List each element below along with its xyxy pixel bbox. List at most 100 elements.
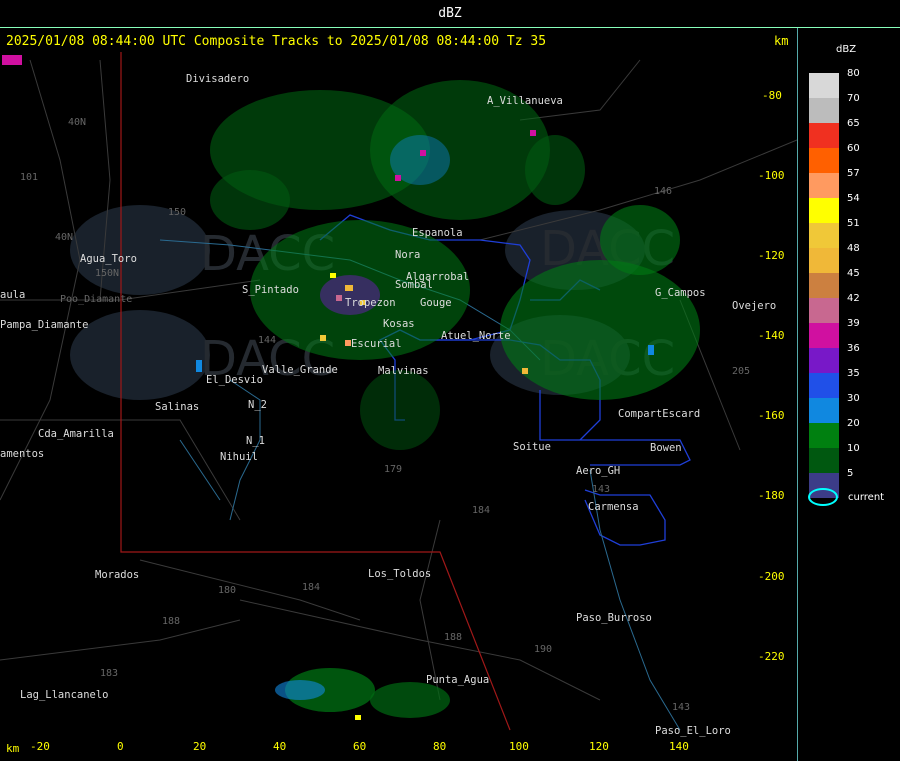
route-label: 150	[168, 207, 186, 218]
composite-header: 2025/01/08 08:44:00 UTC Composite Tracks…	[6, 34, 547, 49]
dbz-legend: dBZ 80 70 65 60 57 54 51 48 45 42 39 36 35 30 20 10 5 cu…	[798, 28, 900, 761]
place-label: Ovejero	[732, 300, 776, 312]
place-label: Valle_Grande	[262, 364, 338, 376]
legend-level-label: 57	[847, 168, 860, 179]
route-label: 101	[20, 172, 38, 183]
legend-level-label: 48	[847, 243, 860, 254]
place-label: Escurial	[351, 338, 402, 350]
legend-swatch	[809, 423, 839, 448]
legend-swatch	[809, 198, 839, 223]
legend-level-label: 60	[847, 143, 860, 154]
route-label: 179	[384, 464, 402, 475]
place-label: Sombal	[395, 279, 433, 291]
y-tick-label: -100	[758, 169, 785, 182]
legend-level-label: 39	[847, 318, 860, 329]
place-label: Espanola	[412, 227, 463, 239]
legend-swatch	[809, 148, 839, 173]
place-label: G_Campos	[655, 287, 706, 299]
legend-level-label: 36	[847, 343, 860, 354]
product-title: dBZ	[438, 6, 462, 21]
place-label: A_Villanueva	[487, 95, 563, 107]
x-tick-label: 140	[669, 740, 689, 753]
place-label: Nora	[395, 249, 420, 261]
place-label: Aero_GH	[576, 465, 620, 477]
place-label: Lag_Llancanelo	[20, 689, 109, 701]
route-label: 188	[162, 616, 180, 627]
place-label: Cda_Amarilla	[38, 428, 114, 440]
route-label: 40N	[55, 232, 73, 243]
y-tick-label: -200	[758, 570, 785, 583]
place-label: Paso_El_Loro	[655, 725, 731, 737]
x-tick-label: 20	[193, 740, 206, 753]
route-label: 146	[654, 186, 672, 197]
legend-swatch	[809, 348, 839, 373]
route-label: 184	[472, 505, 490, 516]
place-label: Punta_Agua	[426, 674, 489, 686]
current-track-icon	[808, 488, 838, 506]
place-label: amentos	[0, 448, 44, 460]
y-tick-label: -220	[758, 650, 785, 663]
legend-swatch	[809, 223, 839, 248]
y-axis: -80 -100 -120 -140 -160 -180 -200 -220	[758, 89, 785, 663]
legend-swatch	[809, 73, 839, 98]
legend-swatch	[809, 248, 839, 273]
km-unit-label: km	[774, 34, 789, 48]
place-label: Soitue	[513, 441, 551, 453]
place-label: Malvinas	[378, 365, 429, 377]
place-label: Gouge	[420, 297, 452, 309]
legend-level-label: 42	[847, 293, 860, 304]
x-tick-label: 40	[273, 740, 286, 753]
route-label: 188	[444, 632, 462, 643]
place-label: Divisadero	[186, 73, 249, 85]
legend-level-label: 80	[847, 68, 860, 79]
legend-swatch	[809, 398, 839, 423]
place-label: Los_Toldos	[368, 568, 431, 580]
radar-map[interactable]: DACC DACC DACC DACC	[0, 52, 797, 761]
legend-level-label: 30	[847, 393, 860, 404]
legend-swatch	[809, 323, 839, 348]
top-bar: dBZ	[0, 0, 900, 28]
legend-unit: dBZ	[836, 44, 857, 55]
place-label: Carmensa	[588, 501, 639, 513]
place-label: Morados	[95, 569, 139, 581]
legend-level-label: 65	[847, 118, 860, 129]
place-label: CompartEscard	[618, 408, 700, 420]
legend-swatch	[809, 273, 839, 298]
place-label: Kosas	[383, 318, 415, 330]
current-track-label: current	[848, 492, 885, 503]
route-label: 190	[534, 644, 552, 655]
legend-level-label: 45	[847, 268, 860, 279]
legend-swatch	[809, 123, 839, 148]
legend-level-label: 20	[847, 418, 860, 429]
place-label: Tropezon	[345, 297, 396, 309]
place-label: Salinas	[155, 401, 199, 413]
x-tick-label: -20	[30, 740, 50, 753]
legend-swatch	[809, 373, 839, 398]
x-tick-label: 100	[509, 740, 529, 753]
route-label: 40N	[68, 117, 86, 128]
place-label: El_Desvio	[206, 374, 263, 386]
y-tick-label: -120	[758, 249, 785, 262]
y-tick-label: -80	[762, 89, 782, 102]
place-label: N_1	[246, 435, 265, 447]
place-label: Paso_Burroso	[576, 612, 652, 624]
route-label: 150N	[95, 268, 119, 279]
y-tick-label: -160	[758, 409, 785, 422]
route-label: 205	[732, 366, 750, 377]
x-axis-unit: km	[6, 742, 20, 755]
y-tick-label: -140	[758, 329, 785, 342]
x-tick-label: 60	[353, 740, 366, 753]
legend-level-label: 10	[847, 443, 860, 454]
x-tick-label: 0	[117, 740, 124, 753]
legend-level-label: 70	[847, 93, 860, 104]
legend-level-label: 35	[847, 368, 860, 379]
place-label: Atuel_Norte	[441, 330, 511, 342]
legend-level-label: 5	[847, 468, 854, 479]
route-label: 180	[218, 585, 236, 596]
place-label: Bowen	[650, 442, 682, 454]
place-label: Nihuil	[220, 451, 258, 463]
y-tick-label: -180	[758, 489, 785, 502]
route-label: Poo_Diamante	[60, 294, 132, 305]
x-tick-label: 120	[589, 740, 609, 753]
place-label: Agua_Toro	[80, 253, 137, 265]
